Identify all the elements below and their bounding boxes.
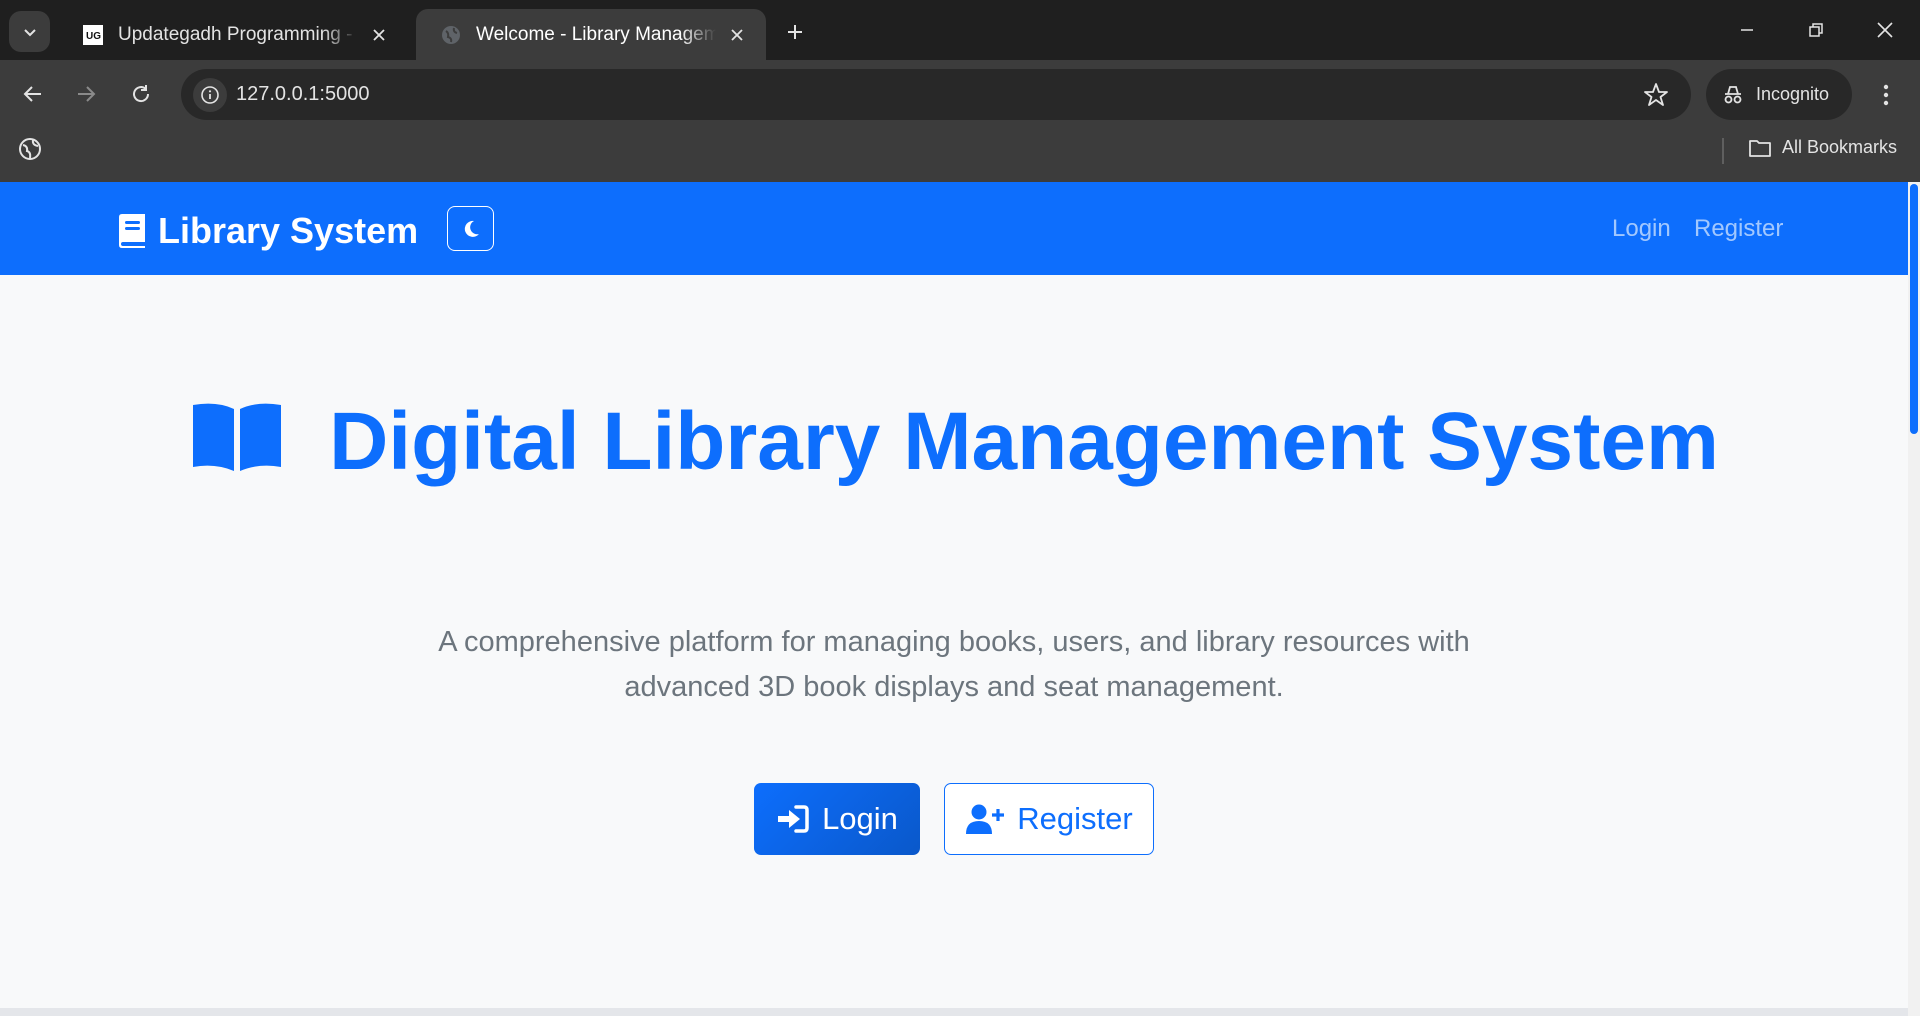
hero-subtitle: A comprehensive platform for managing bo… [438,626,1470,703]
brand-label: Library System [158,210,419,251]
all-bookmarks-button[interactable]: All Bookmarks [1748,137,1897,158]
folder-icon [1749,139,1771,157]
new-tab-button[interactable] [779,16,811,48]
minimize-icon [1741,29,1753,31]
moon-icon [464,220,479,237]
incognito-icon [1724,85,1742,103]
forward-button[interactable] [68,76,104,112]
scrollbar-thumb[interactable] [1910,184,1918,434]
window-close-button[interactable] [1862,8,1908,52]
browser-menu-button[interactable] [1868,77,1904,113]
sign-in-icon [778,805,809,833]
more-vertical-icon [1883,84,1889,106]
page-content: Library System Login Register Digital Li… [0,182,1908,1008]
tab-updategadh[interactable]: UG Updategadh Programming - Up [58,9,408,60]
close-icon[interactable] [726,24,748,46]
theme-toggle-button[interactable] [447,206,494,251]
hero-title-text: Digital Library Management System [329,396,1719,487]
open-book-icon [193,403,282,471]
plus-icon [788,25,802,39]
globe-icon [440,24,462,46]
nav-login-link[interactable]: Login [1612,215,1671,243]
register-button[interactable]: Register [944,783,1154,855]
window-bottom-edge [0,1008,1908,1016]
address-bar[interactable]: 127.0.0.1:5000 [181,69,1691,120]
url-text: 127.0.0.1:5000 [236,83,370,105]
incognito-label: Incognito [1756,84,1830,104]
register-button-label: Register [1017,801,1133,836]
reload-icon [133,85,150,103]
restore-button[interactable] [1793,8,1839,52]
login-button[interactable]: Login [754,783,920,855]
login-button-label: Login [822,801,898,836]
bookmarks-bar [0,128,1920,182]
incognito-badge[interactable]: Incognito [1706,69,1852,120]
restore-icon [1809,23,1823,37]
page-scrollbar[interactable] [1908,182,1920,1016]
user-plus-icon [966,804,1005,834]
arrow-left-icon [23,86,41,102]
brand-link[interactable]: Library System [116,210,418,252]
close-icon [1877,22,1893,38]
star-icon[interactable] [1643,82,1669,108]
site-navbar: Library System Login Register [0,182,1908,275]
site-info-icon[interactable] [193,78,227,112]
bookmarks-divider [1722,138,1724,164]
tab-library[interactable]: Welcome - Library Management [416,9,766,60]
all-bookmarks-label: All Bookmarks [1782,137,1898,157]
book-icon [119,214,145,248]
ug-logo-icon: UG [82,24,104,46]
tab-strip: UG Updategadh Programming - Up Welcome -… [0,0,1920,60]
tab-title: Updategadh Programming - Up [118,23,358,45]
back-button[interactable] [15,76,51,112]
reload-button[interactable] [123,76,159,112]
tab-search-button[interactable] [9,11,50,52]
nav-register-link[interactable]: Register [1694,215,1783,243]
globe-icon[interactable] [18,137,42,161]
close-icon[interactable] [368,24,390,46]
hero-title: Digital Library Management System [0,392,1908,492]
chevron-down-icon [23,28,36,36]
arrow-right-icon [78,86,96,102]
tab-title: Welcome - Library Management [476,23,716,45]
svg-text:UG: UG [86,31,101,42]
browser-toolbar: 127.0.0.1:5000 Incognito [0,60,1920,128]
minimize-button[interactable] [1724,8,1770,52]
